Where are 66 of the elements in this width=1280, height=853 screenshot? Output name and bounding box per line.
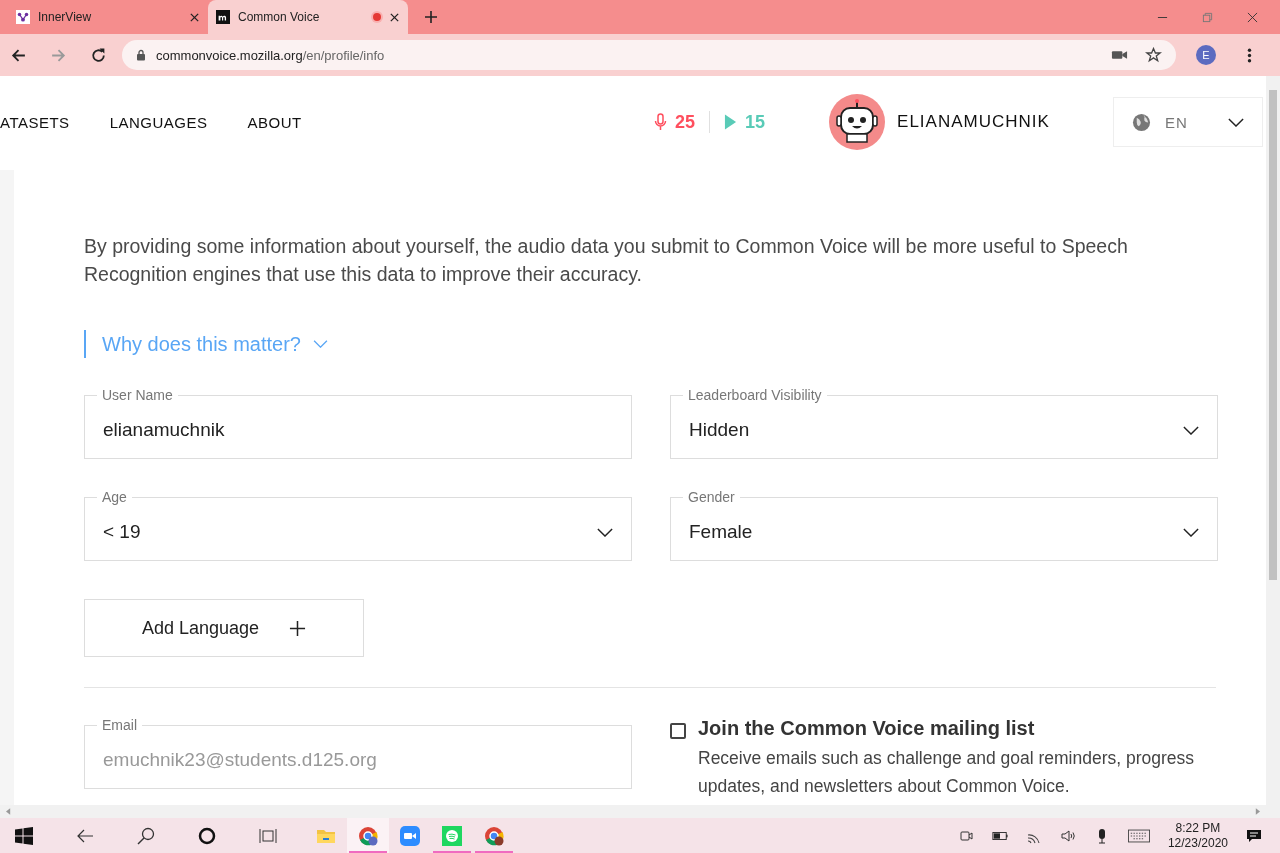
menu-icon[interactable] bbox=[1247, 46, 1252, 64]
microphone-icon bbox=[654, 113, 667, 131]
mailing-description: Receive emails such as challenge and goal reminders, progress updates, and newsletters about Common Voice. bbox=[698, 747, 1196, 798]
running-indicator bbox=[433, 851, 471, 853]
keyboard-icon[interactable] bbox=[1127, 828, 1150, 843]
tab-title: InnerView bbox=[38, 10, 93, 24]
field-label: Leaderboard Visibility bbox=[687, 387, 823, 403]
lock-icon bbox=[136, 49, 146, 61]
system-clock[interactable]: 8:22 PM 12/23/2020 bbox=[1167, 820, 1228, 851]
vertical-scrollbar[interactable] bbox=[1266, 76, 1280, 805]
chevron-down-icon bbox=[312, 340, 328, 348]
taskbar-app[interactable] bbox=[347, 818, 389, 853]
address-bar[interactable]: commonvoice.mozilla.org/en/profile/info bbox=[122, 40, 1176, 70]
favicon-icon bbox=[16, 10, 30, 24]
select-field[interactable]: Gender Female bbox=[670, 489, 1218, 561]
chrome-icon bbox=[358, 825, 378, 846]
browser-tab[interactable]: InnerView bbox=[8, 0, 208, 34]
close-icon[interactable] bbox=[189, 11, 200, 23]
running-indicator bbox=[349, 851, 387, 853]
field-label: Age bbox=[101, 489, 128, 505]
intro-text: By providing some information about yourself, the audio data you submit to Common Voice will be more useful to Speech Recognition engines that use this data to improve their accuracy. bbox=[84, 234, 1129, 287]
reload-icon[interactable] bbox=[90, 46, 107, 64]
language-selector[interactable]: EN bbox=[1113, 97, 1263, 147]
username[interactable]: ELIANAMUCHNIK bbox=[897, 112, 1050, 132]
checkbox[interactable] bbox=[670, 723, 686, 739]
close-icon[interactable] bbox=[389, 11, 400, 23]
chevron-down-icon bbox=[1183, 527, 1199, 537]
favicon-icon bbox=[216, 10, 230, 24]
music-app-icon bbox=[442, 825, 462, 846]
add-language-button[interactable]: Add Language bbox=[84, 599, 364, 657]
play-icon bbox=[724, 113, 738, 131]
checkbox-label: Join the Common Voice mailing list bbox=[698, 717, 1036, 740]
select-field[interactable]: Age < 19 bbox=[84, 489, 632, 561]
field-label: Gender bbox=[687, 489, 736, 505]
plus-icon bbox=[289, 619, 307, 637]
new-tab-icon[interactable] bbox=[424, 10, 438, 24]
running-indicator bbox=[475, 851, 513, 853]
search-icon[interactable] bbox=[137, 826, 155, 845]
close-icon[interactable] bbox=[1247, 11, 1258, 23]
video-camera-icon bbox=[400, 825, 420, 846]
browser-tab[interactable]: Common Voice bbox=[208, 0, 408, 34]
star-icon[interactable] bbox=[1145, 47, 1162, 63]
tab-title: Common Voice bbox=[238, 10, 321, 24]
select-field[interactable]: Leaderboard Visibility Hidden bbox=[670, 387, 1218, 459]
robot-avatar-icon[interactable] bbox=[829, 94, 886, 150]
circle-icon[interactable] bbox=[198, 826, 216, 845]
notification-icon[interactable] bbox=[1246, 827, 1262, 844]
chrome-icon bbox=[484, 825, 504, 846]
profile-avatar[interactable]: E bbox=[1196, 45, 1216, 65]
field-label: User Name bbox=[101, 387, 174, 403]
validated-count: 15 bbox=[745, 111, 766, 133]
recorded-count: 25 bbox=[675, 111, 696, 133]
windows-start-icon[interactable] bbox=[15, 826, 33, 845]
nav-link[interactable]: ABOUT bbox=[247, 113, 302, 131]
chevron-down-icon bbox=[1183, 425, 1199, 435]
globe-icon bbox=[1132, 112, 1151, 132]
chevron-down-icon bbox=[597, 527, 613, 537]
speaker-icon[interactable] bbox=[1059, 827, 1076, 844]
scrollbar-thumb[interactable] bbox=[1269, 90, 1277, 580]
field-label: Email bbox=[101, 717, 138, 733]
nav-link[interactable]: LANGUAGES bbox=[109, 113, 208, 131]
input-field[interactable]: User Name elianamuchnik bbox=[84, 387, 632, 459]
url-text: commonvoice.mozilla.org/en/profile/info bbox=[156, 47, 386, 63]
task-view-icon[interactable] bbox=[259, 826, 277, 845]
nav-link[interactable]: ATASETS bbox=[0, 113, 70, 131]
chevron-down-icon bbox=[1228, 117, 1244, 127]
